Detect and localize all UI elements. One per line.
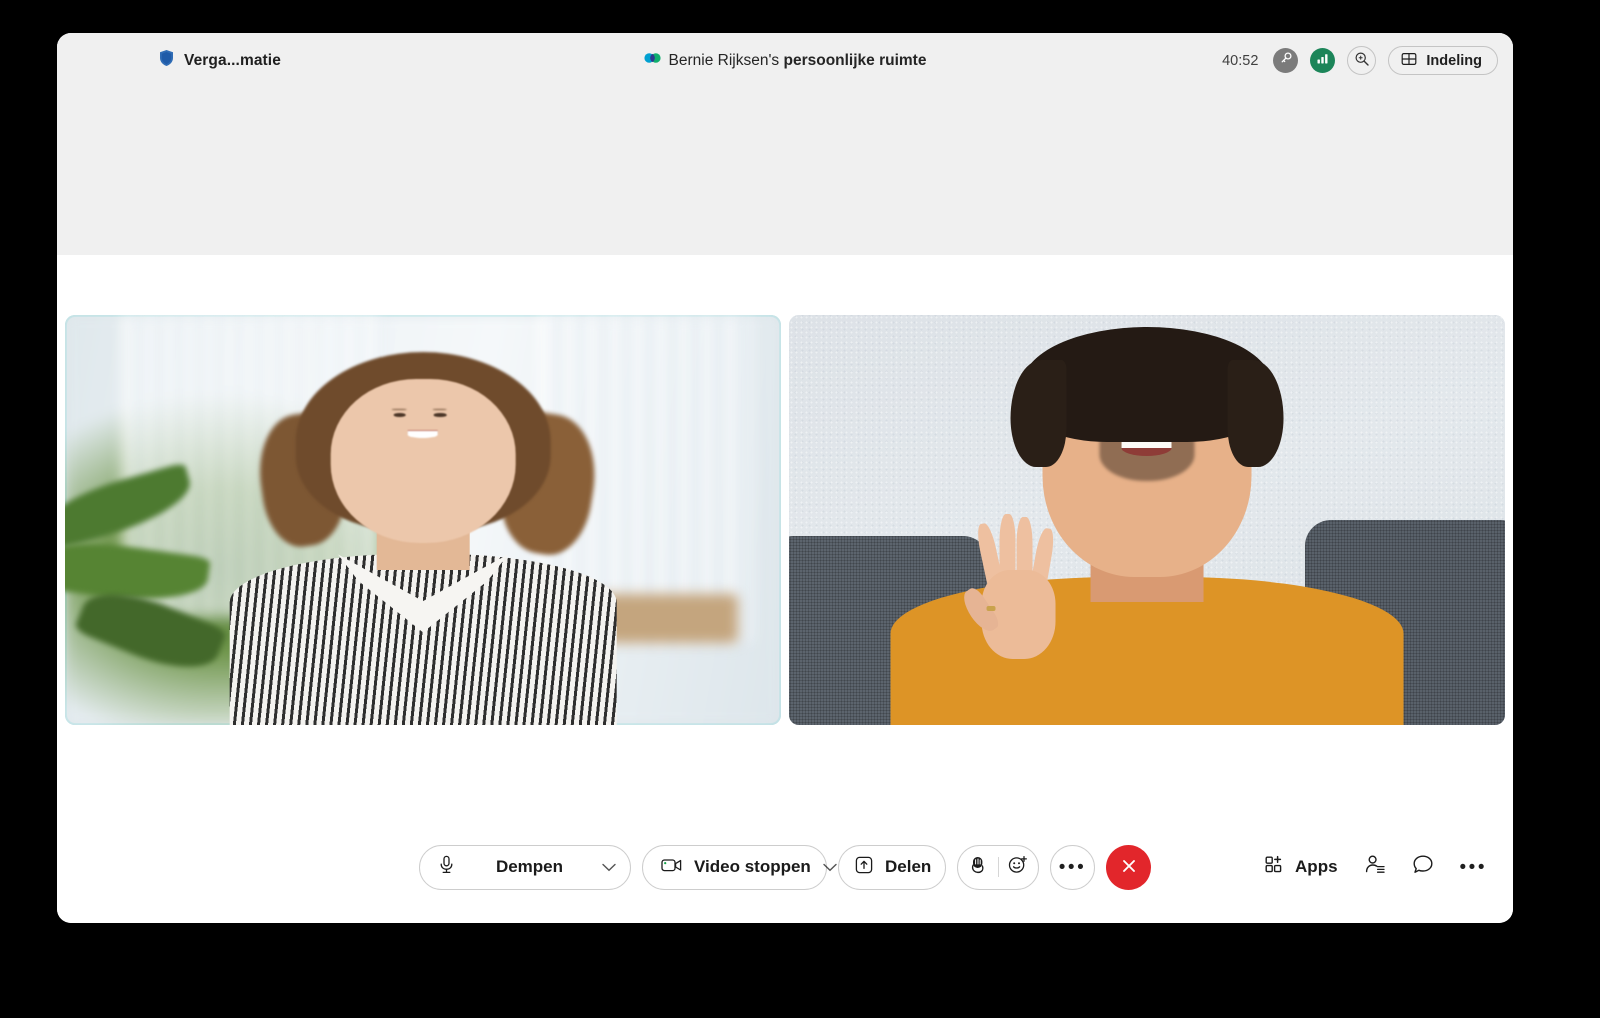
zoom-search-button[interactable]	[1347, 46, 1377, 75]
layout-button[interactable]: Indeling	[1388, 46, 1498, 75]
layout-button-label: Indeling	[1426, 52, 1482, 69]
meeting-header: Verga...matie Bernie Rijksen's persoonli…	[57, 33, 1513, 88]
meeting-window: Verga...matie Bernie Rijksen's persoonli…	[57, 33, 1513, 923]
tile1-person	[229, 351, 617, 725]
meeting-controls-bar: Dempen Video stoppen Delen ••• Apps •••	[57, 811, 1513, 923]
zoom-search-icon	[1354, 51, 1370, 70]
chat-button[interactable]	[1412, 854, 1434, 880]
chat-bubble-icon	[1412, 854, 1434, 880]
mute-button-label: Dempen	[495, 857, 564, 876]
room-owner: Bernie Rijksen's	[668, 51, 780, 69]
video-tile-participant-1[interactable]	[65, 315, 781, 725]
raise-hand-button[interactable]	[958, 845, 998, 890]
more-horizontal-icon: •••	[1459, 856, 1487, 878]
meeting-timer: 40:52	[1222, 52, 1259, 69]
stage-top-background	[57, 88, 1513, 255]
apps-button-label: Apps	[1295, 857, 1338, 876]
participants-button[interactable]	[1364, 854, 1386, 880]
apps-grid-plus-icon	[1265, 855, 1285, 879]
encryption-key-badge[interactable]	[1273, 48, 1299, 73]
share-button-label: Delen	[885, 857, 932, 876]
apps-button[interactable]: Apps	[1265, 855, 1338, 879]
more-options-button[interactable]: •••	[1460, 858, 1487, 877]
webex-logo-icon	[643, 51, 661, 70]
video-tile-participant-2[interactable]	[789, 315, 1505, 725]
room-space: persoonlijke ruimte	[783, 51, 927, 69]
participants-list-icon	[1364, 854, 1386, 880]
key-icon	[1279, 51, 1293, 70]
header-actions: 40:52 Indeling	[1222, 33, 1498, 88]
share-screen-icon	[855, 856, 873, 879]
grid-layout-icon	[1401, 51, 1417, 71]
chevron-down-icon[interactable]	[823, 857, 837, 877]
video-tile-grid	[65, 315, 1505, 725]
share-button[interactable]: Delen	[838, 844, 946, 890]
close-x-icon	[1119, 856, 1139, 879]
end-call-button[interactable]	[1106, 844, 1151, 890]
more-controls-button[interactable]: •••	[1050, 844, 1095, 890]
stop-video-button[interactable]: Video stoppen	[642, 844, 837, 890]
reactions-button[interactable]	[998, 845, 1038, 890]
signal-bars-icon	[1316, 52, 1329, 70]
video-stage	[57, 88, 1513, 811]
network-quality-badge[interactable]	[1310, 48, 1336, 73]
mute-button[interactable]: Dempen	[419, 844, 631, 890]
more-horizontal-icon: •••	[1058, 856, 1087, 878]
stop-video-button-label: Video stoppen	[694, 857, 811, 876]
smiley-plus-icon	[1008, 855, 1028, 879]
microphone-icon	[438, 855, 455, 879]
camera-icon	[661, 857, 682, 878]
raise-hand-icon	[970, 855, 986, 879]
room-name: Bernie Rijksen's persoonlijke ruimte	[669, 52, 927, 70]
tile2-person	[890, 327, 1404, 725]
secondary-controls: Apps •••	[1265, 811, 1487, 923]
tile2-waving-hand	[957, 514, 1063, 660]
reactions-group	[957, 844, 1039, 890]
chevron-down-icon[interactable]	[602, 857, 616, 877]
tile1-face	[330, 379, 516, 543]
